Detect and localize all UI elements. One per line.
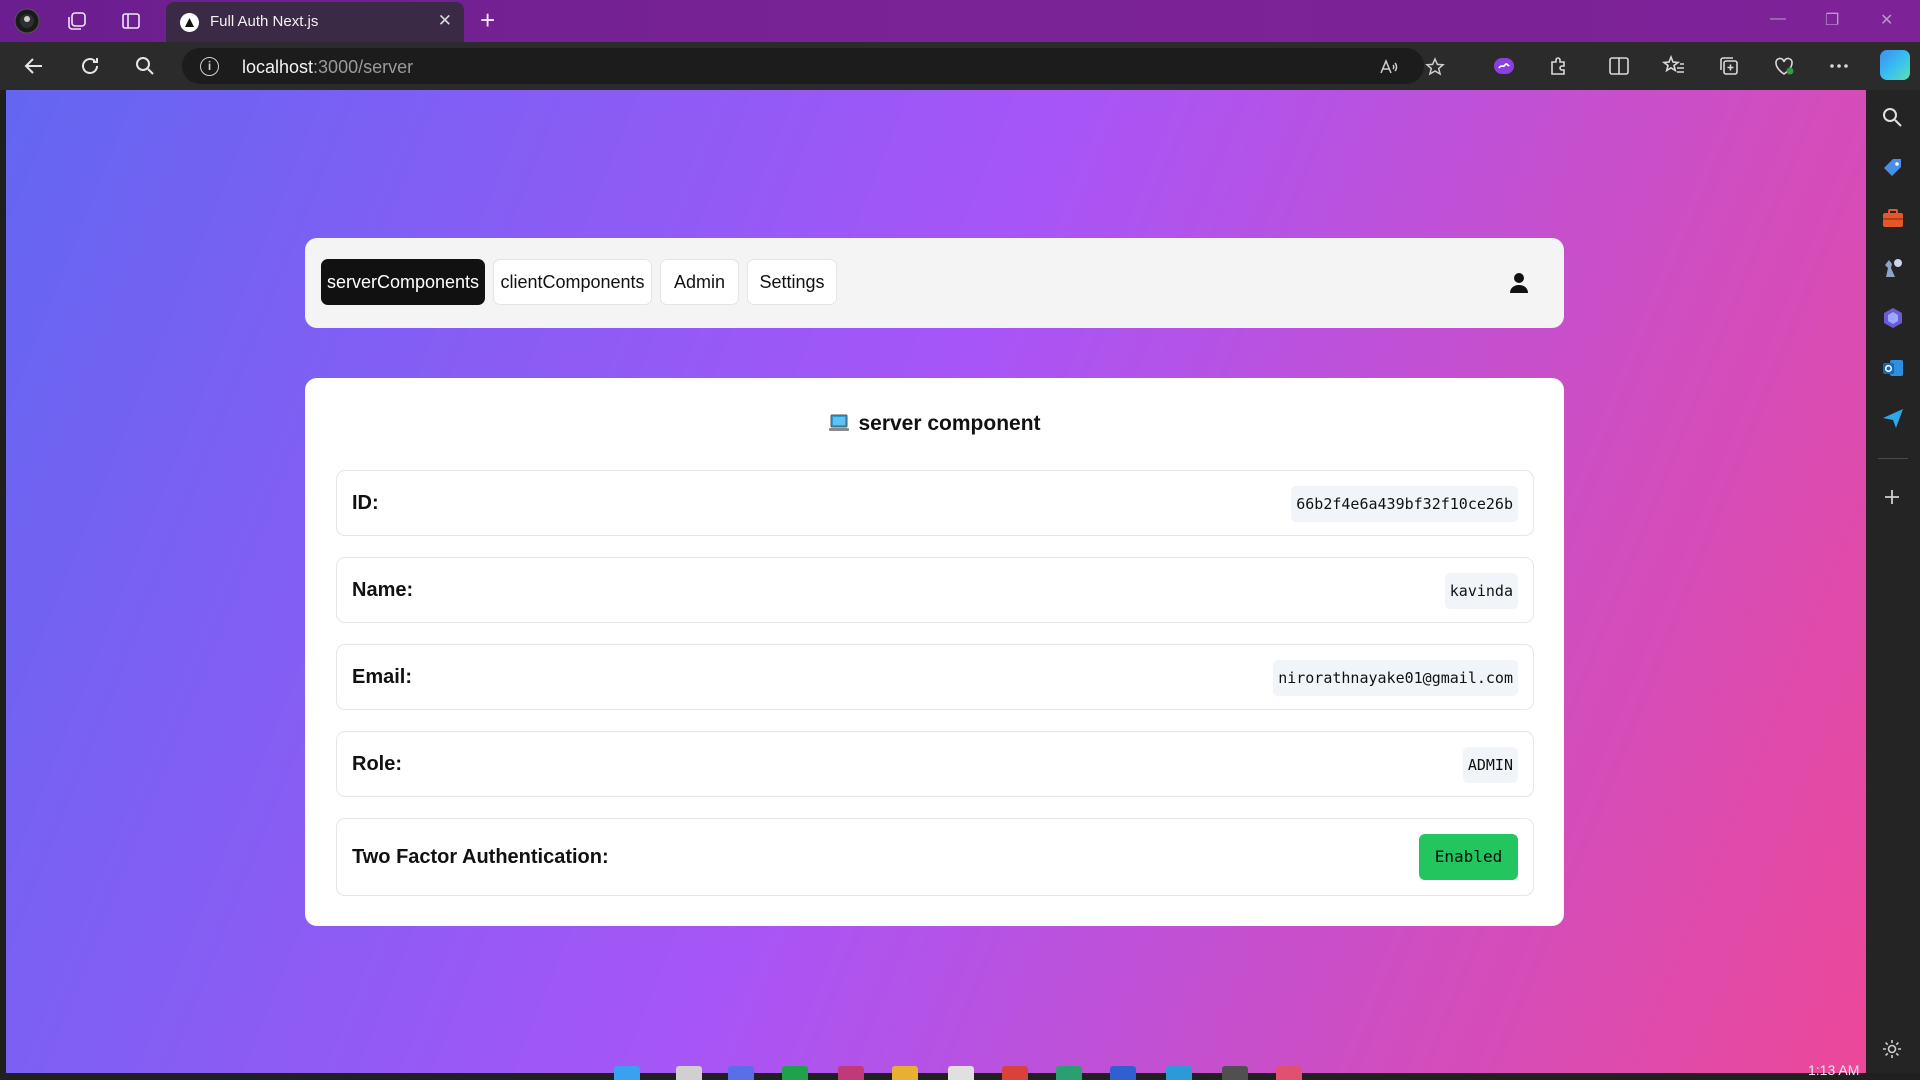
nav-admin[interactable]: Admin	[660, 259, 739, 305]
back-arrow-icon[interactable]	[22, 54, 46, 78]
info-row-name: Name: kavinda	[336, 557, 1534, 623]
sidebar-copilot-app-icon[interactable]	[1881, 306, 1905, 330]
taskbar-clock[interactable]: 1:13 AM	[1808, 1062, 1859, 1078]
info-row-email: Email: nirorathnayake01@gmail.com	[336, 644, 1534, 710]
refresh-icon[interactable]	[78, 54, 102, 78]
card-title: server component	[305, 412, 1564, 436]
taskbar-xbox-icon[interactable]	[782, 1066, 808, 1080]
row-label: Name:	[352, 579, 414, 601]
name-value: kavinda	[1444, 573, 1518, 609]
taskbar-app-icon[interactable]	[1056, 1066, 1082, 1080]
read-aloud-icon[interactable]	[1378, 57, 1398, 82]
restore-button[interactable]: ❐	[1825, 10, 1839, 30]
browser-tab-active[interactable]: Full Auth Next.js ✕	[166, 2, 464, 42]
nav-settings[interactable]: Settings	[747, 259, 837, 305]
user-avatar-icon[interactable]	[1508, 272, 1530, 294]
role-value: ADMIN	[1462, 747, 1518, 783]
taskbar-edge-icon[interactable]	[1166, 1066, 1192, 1080]
server-component-card: server component ID: 66b2f4e6a439bf32f10…	[305, 378, 1564, 926]
taskbar-webstorm-icon[interactable]	[1110, 1066, 1136, 1080]
taskbar-app-icon[interactable]	[838, 1066, 864, 1080]
browser-essentials-icon[interactable]	[1772, 54, 1796, 78]
workspaces-icon[interactable]	[64, 8, 90, 34]
email-value: nirorathnayake01@gmail.com	[1273, 660, 1518, 696]
sidebar-search-icon[interactable]	[1881, 106, 1905, 130]
collections-icon[interactable]	[1717, 54, 1741, 78]
taskbar-app-icon[interactable]	[1002, 1066, 1028, 1080]
sidebar-send-icon[interactable]	[1881, 406, 1905, 430]
start-windows-icon[interactable]	[614, 1066, 640, 1080]
extensions-puzzle-icon[interactable]	[1547, 54, 1571, 78]
minimize-button[interactable]: —	[1770, 10, 1786, 28]
nav-client-components[interactable]: clientComponents	[493, 259, 652, 305]
taskbar-search-icon[interactable]	[676, 1066, 702, 1080]
sidebar-divider	[1878, 458, 1908, 459]
id-value: 66b2f4e6a439bf32f10ce26b	[1291, 486, 1518, 522]
tab-close-icon[interactable]: ✕	[438, 11, 452, 31]
browser-title-bar: Full Auth Next.js ✕ + — ❐ ✕	[0, 0, 1920, 42]
taskbar-calendar-icon[interactable]	[948, 1066, 974, 1080]
copilot-icon[interactable]	[1880, 50, 1910, 80]
row-label: Email:	[352, 666, 413, 688]
laptop-icon	[828, 414, 850, 432]
sidebar-add-icon[interactable]	[1881, 486, 1905, 510]
taskbar-terminal-icon[interactable]	[1222, 1066, 1248, 1080]
site-info-icon[interactable]: i	[200, 57, 219, 76]
sidebar-shopping-tag-icon[interactable]	[1881, 156, 1905, 180]
search-icon[interactable]	[133, 54, 157, 78]
favorite-star-icon[interactable]	[1425, 57, 1445, 82]
info-row-role: Role: ADMIN	[336, 731, 1534, 797]
taskbar-app-icon[interactable]	[1276, 1066, 1302, 1080]
vertical-tabs-icon[interactable]	[118, 8, 144, 34]
nextjs-favicon-icon	[180, 13, 199, 32]
sidebar-games-icon[interactable]	[1881, 256, 1905, 280]
taskbar-file-explorer-icon[interactable]	[892, 1066, 918, 1080]
nav-server-components[interactable]: serverComponents	[321, 259, 485, 305]
profile-avatar-icon[interactable]	[14, 8, 40, 34]
page-viewport: serverComponents clientComponents Admin …	[6, 90, 1866, 1073]
taskbar-app-icon[interactable]	[728, 1066, 754, 1080]
info-row-id: ID: 66b2f4e6a439bf32f10ce26b	[336, 470, 1534, 536]
address-url[interactable]: localhost:3000/server	[242, 57, 413, 78]
row-label: ID:	[352, 492, 379, 514]
row-label: Role:	[352, 753, 402, 775]
two-factor-status-badge: Enabled	[1419, 834, 1518, 880]
sidebar-outlook-icon[interactable]	[1881, 356, 1905, 380]
sidebar-tools-icon[interactable]	[1881, 206, 1905, 230]
address-bar[interactable]: i localhost:3000/server	[182, 48, 1445, 84]
close-window-button[interactable]: ✕	[1880, 10, 1893, 30]
new-tab-button[interactable]: +	[480, 6, 495, 34]
favorites-list-icon[interactable]	[1661, 54, 1686, 78]
edge-sidebar	[1866, 90, 1920, 1080]
more-options-icon[interactable]	[1827, 54, 1851, 78]
browser-toolbar: i localhost:3000/server	[0, 42, 1920, 90]
info-row-two-factor: Two Factor Authentication: Enabled	[336, 818, 1534, 896]
top-navigation: serverComponents clientComponents Admin …	[305, 238, 1564, 328]
row-label: Two Factor Authentication:	[352, 846, 609, 868]
split-screen-icon[interactable]	[1607, 54, 1631, 78]
extension-purple-icon[interactable]	[1492, 54, 1516, 78]
tab-title: Full Auth Next.js	[210, 13, 319, 30]
sidebar-settings-gear-icon[interactable]	[1881, 1038, 1905, 1062]
